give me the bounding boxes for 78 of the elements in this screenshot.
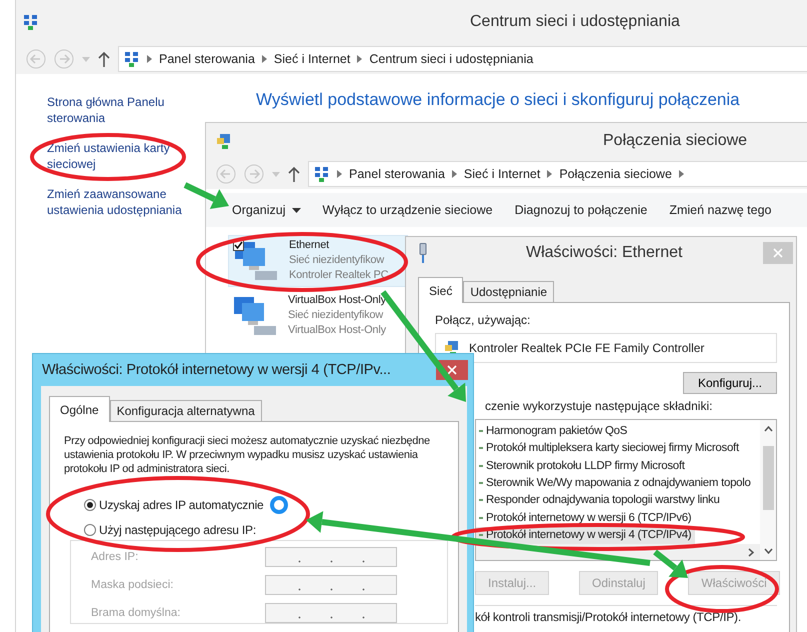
list-item[interactable]: Protokół internetowy w wersji 6 (TCP/IPv6) bbox=[476, 509, 696, 527]
chevron-icon[interactable] bbox=[452, 170, 457, 178]
chevron-up-icon[interactable] bbox=[764, 426, 772, 432]
field-label: Połącz, używając: bbox=[435, 313, 532, 327]
radio-option[interactable]: Uzyskaj adres IP automatycznie bbox=[84, 495, 448, 515]
field-label: Adres IP: bbox=[91, 551, 138, 563]
tab[interactable]: Udostępnianie bbox=[463, 281, 554, 302]
dash-icon bbox=[479, 447, 483, 450]
window-title: Właściwości: Ethernet bbox=[526, 244, 682, 262]
tab[interactable]: Konfiguracja alternatywna bbox=[110, 400, 262, 421]
radio-button[interactable] bbox=[84, 524, 96, 536]
annotation-arrow bbox=[653, 550, 688, 578]
tab[interactable]: Ogólne bbox=[49, 396, 110, 422]
dash-icon bbox=[479, 499, 483, 502]
field-label: Brama domyślna: bbox=[91, 607, 180, 619]
window-title: Właściwości: Protokół internetowy w wersji 4 (TCP/IPv... bbox=[42, 362, 391, 378]
intro-text: Przy odpowiedniej konfiguracji sieci możesz automatycznie uzyskać niezbędne ustawienia protokołu IP. W przeciwnym wypadku musisz uzyskać ustawienia protokołu IP od administratora sieci. bbox=[64, 434, 431, 476]
breadcrumb-item[interactable]: Panel sterowania bbox=[159, 52, 255, 66]
list-item[interactable]: Sterownik We/Wy mapowania z odnajdywaniem topolo bbox=[476, 474, 755, 492]
breadcrumb-item[interactable]: Panel sterowania bbox=[349, 167, 445, 181]
breadcrumb-item[interactable]: Połączenia sieciowe bbox=[559, 167, 672, 181]
dash-icon bbox=[479, 464, 483, 467]
toolbar-button[interactable]: Wyłącz to urządzenie sieciowe bbox=[322, 203, 493, 217]
close-icon bbox=[447, 365, 457, 375]
configure-button[interactable]: Konfiguruj... bbox=[683, 372, 777, 394]
connection-status: Sieć niezidentyfikow bbox=[288, 308, 384, 323]
close-icon bbox=[773, 248, 783, 258]
list-item[interactable]: Harmonogram pakietów QoS bbox=[476, 422, 632, 440]
chevron-icon[interactable] bbox=[678, 170, 684, 178]
dash-icon bbox=[479, 534, 483, 536]
connection-status: Sieć niezidentyfikow bbox=[289, 253, 386, 268]
window-title: Połączenia sieciowe bbox=[603, 132, 748, 150]
components-list[interactable] bbox=[475, 419, 777, 561]
address-bar[interactable]: Panel sterowania Sieć i Internet Centrum sieci i udostępniania bbox=[118, 46, 807, 72]
toolbar-button[interactable]: Organizuj bbox=[232, 203, 300, 217]
toolbar-button[interactable]: Diagnozuj to połączenie bbox=[514, 203, 648, 217]
window-title: Centrum sieci i udostępniania bbox=[470, 13, 680, 31]
chevron-icon[interactable] bbox=[262, 55, 267, 63]
connection-name: Ethernet bbox=[289, 238, 330, 253]
sidebar-link[interactable]: Strona główna Panelu sterowania bbox=[47, 94, 197, 126]
dash-icon bbox=[479, 516, 483, 519]
adapter-name: Kontroler Realtek PCIe FE Family Controller bbox=[469, 341, 704, 355]
chevron-icon[interactable] bbox=[357, 55, 362, 63]
toolbar-button[interactable]: Zmień nazwę tego bbox=[669, 203, 772, 217]
chevron-icon[interactable] bbox=[147, 55, 152, 63]
description-text: kół kontroli transmisji/Protokół internetowy (TCP/IP). bbox=[475, 605, 777, 624]
connection-item[interactable]: VirtualBox Host-Only Sieć niezidentyfikow VirtualBox Host-Only bbox=[228, 291, 406, 341]
chevron-icon[interactable] bbox=[547, 170, 552, 178]
field-label: czenie wykorzystuje następujące składniki: bbox=[485, 399, 714, 413]
sidebar-link[interactable]: Zmień zaawansowane ustawienia udostępniania bbox=[47, 186, 197, 218]
breadcrumb-item[interactable]: Sieć i Internet bbox=[464, 167, 540, 181]
field-label: Maska podsieci: bbox=[91, 579, 174, 591]
list-item[interactable]: Protokół multipleksera karty sieciowej firmy Microsoft bbox=[476, 439, 743, 457]
dash-icon bbox=[479, 430, 483, 432]
up-arrow-icon[interactable] bbox=[288, 166, 300, 182]
dash-icon bbox=[479, 482, 483, 484]
breadcrumb-item[interactable]: Centrum sieci i udostępniania bbox=[369, 52, 534, 66]
chevron-down-icon[interactable] bbox=[764, 548, 772, 554]
network-icon bbox=[216, 132, 233, 150]
tab[interactable]: Sieć bbox=[418, 277, 464, 303]
sidebar-link[interactable]: Zmień ustawienia karty sieciowej bbox=[47, 140, 197, 172]
network-cable-icon bbox=[418, 243, 428, 263]
network-icon bbox=[313, 166, 330, 182]
list-item[interactable]: Responder odnajdywania topologii warstwy linku bbox=[476, 492, 724, 510]
connection-name: VirtualBox Host-Only bbox=[288, 293, 386, 308]
scrollbar[interactable] bbox=[760, 420, 776, 560]
network-icon bbox=[22, 14, 39, 30]
address-bar[interactable]: Panel sterowania Sieć i Internet Połączenia sieciowe bbox=[308, 161, 807, 187]
chevron-icon[interactable] bbox=[337, 170, 342, 178]
chevron-right-icon[interactable] bbox=[748, 548, 754, 556]
up-arrow-icon[interactable] bbox=[98, 51, 110, 67]
connection-device: VirtualBox Host-Only bbox=[288, 323, 386, 338]
network-icon bbox=[123, 50, 140, 68]
radio-button[interactable] bbox=[84, 499, 96, 511]
page-heading: Wyświetl podstawowe informacje o sieci i skonfiguruj połączenia bbox=[256, 90, 740, 110]
breadcrumb-item[interactable]: Sieć i Internet bbox=[274, 52, 350, 66]
list-item[interactable]: Sterownik protokołu LLDP firmy Microsoft bbox=[476, 456, 689, 474]
annotation-arrow bbox=[184, 182, 229, 210]
